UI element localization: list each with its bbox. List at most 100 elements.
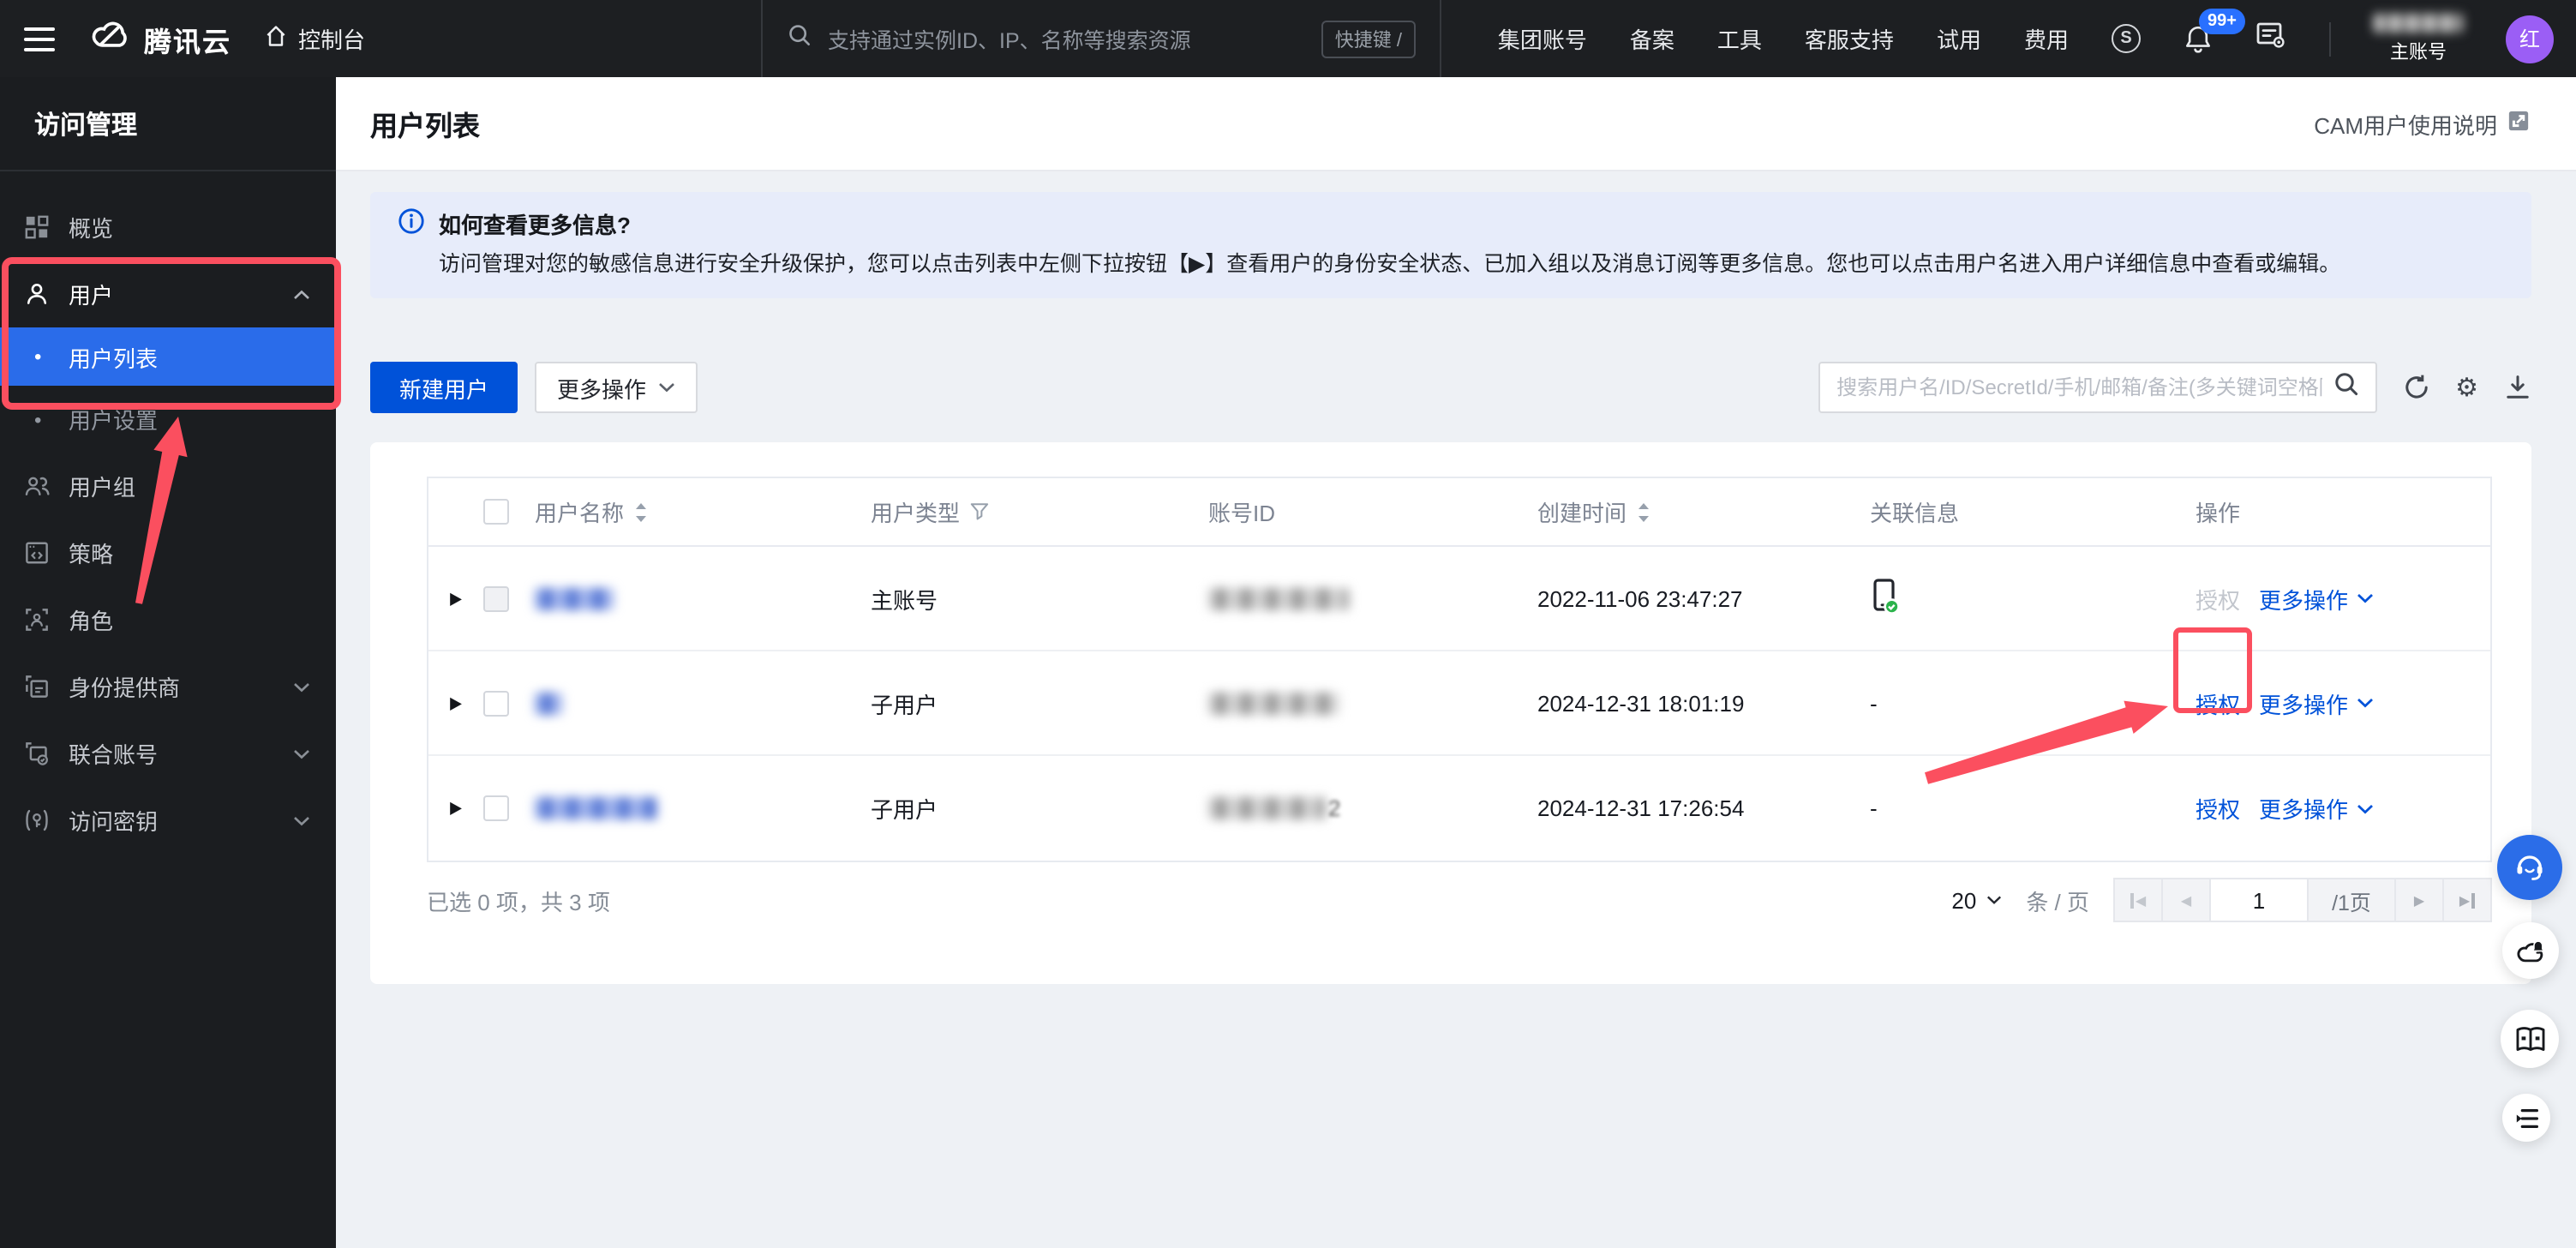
ticket-icon[interactable]: [2255, 20, 2286, 57]
sidebar-item-policy[interactable]: 策略: [0, 519, 336, 586]
info-banner-title-row: 如何查看更多信息?: [398, 207, 2504, 240]
more-actions-button[interactable]: 更多操作: [535, 362, 698, 413]
headset-icon: [2513, 850, 2547, 885]
sidebar-item-user-list[interactable]: • 用户列表: [0, 327, 336, 386]
nav-tools[interactable]: 工具: [1717, 22, 1762, 55]
gear-icon[interactable]: ⚙: [2455, 375, 2478, 400]
sort-icon[interactable]: [1637, 501, 1650, 522]
sidebar-item-overview[interactable]: 概览: [0, 194, 336, 261]
hamburger-menu-icon[interactable]: [24, 27, 55, 51]
nav-group-account[interactable]: 集团账号: [1498, 22, 1587, 55]
table-footer: 已选 0 项，共 3 项 20 条 / 页 ◀ ◀ 1 /1页 ▶: [427, 876, 2492, 924]
nav-support[interactable]: 客服支持: [1805, 22, 1894, 55]
pager-group: ◀ ◀ 1 /1页 ▶ ▶: [2113, 878, 2492, 922]
access-key-icon: [22, 807, 50, 834]
pagination: 20 条 / 页 ◀ ◀ 1 /1页 ▶ ▶: [1951, 878, 2492, 922]
info-icon: [398, 207, 425, 240]
user-search-box[interactable]: [1818, 362, 2376, 413]
avatar[interactable]: 红: [2506, 15, 2554, 63]
external-link-icon: [2507, 110, 2530, 137]
user-search-input[interactable]: [1836, 375, 2321, 399]
nav-billing[interactable]: 费用: [2024, 22, 2069, 55]
user-table: 用户名称 用户类型 账号ID: [427, 477, 2492, 862]
sidebar-item-label: 用户列表: [69, 340, 158, 373]
linked-info-cell: [1870, 577, 2196, 620]
sidebar-item-user-settings[interactable]: • 用户设置: [0, 386, 336, 453]
header-label: 账号ID: [1208, 495, 1275, 528]
download-icon[interactable]: [2504, 374, 2531, 401]
sidebar-item-federated[interactable]: 联合账号: [0, 720, 336, 787]
cloud-logo-icon: [87, 18, 132, 59]
page-header: 用户列表 CAM用户使用说明: [336, 77, 2576, 171]
authorize-link[interactable]: 授权: [2196, 687, 2240, 719]
promo-circle-icon[interactable]: S: [2112, 24, 2141, 53]
row-checkbox[interactable]: [483, 585, 509, 611]
role-icon: [22, 606, 50, 633]
chevron-down-icon: [2357, 803, 2374, 813]
chevron-down-icon: [2357, 698, 2374, 708]
more-actions-label: 更多操作: [557, 371, 646, 404]
nav-trial[interactable]: 试用: [1937, 22, 1981, 55]
filter-funnel-icon[interactable]: [970, 502, 989, 521]
sidebar-item-label: 概览: [69, 211, 113, 243]
sort-icon[interactable]: [634, 501, 648, 522]
next-page-button[interactable]: ▶: [2396, 879, 2442, 921]
search-icon[interactable]: [2332, 369, 2359, 405]
sidebar-item-user[interactable]: 用户: [0, 261, 336, 327]
row-more-actions[interactable]: 更多操作: [2259, 792, 2374, 825]
tencent-cloud-logo[interactable]: 腾讯云: [87, 18, 231, 59]
user-name-blurred[interactable]: [535, 692, 562, 714]
account-role-label: 主账号: [2390, 37, 2447, 64]
header-created-time[interactable]: 创建时间: [1537, 495, 1870, 528]
authorize-link[interactable]: 授权: [2196, 792, 2240, 825]
current-page-input[interactable]: 1: [2211, 879, 2307, 921]
cam-help-link[interactable]: CAM用户使用说明: [2314, 107, 2530, 140]
new-user-button[interactable]: 新建用户: [370, 362, 518, 413]
header-label: 用户名称: [535, 495, 624, 528]
user-name-blurred[interactable]: [535, 587, 614, 609]
user-name-blurred[interactable]: [535, 797, 658, 819]
linked-info-cell: -: [1870, 795, 2196, 821]
table-row: ▶ 主账号 2022-11-06 23:47:27 授权: [428, 547, 2490, 651]
toolbar: 新建用户 更多操作 ⚙: [370, 362, 2531, 413]
global-search[interactable]: 支持通过实例ID、IP、名称等搜索资源 快捷键 /: [761, 0, 1441, 77]
user-type-cell: 子用户: [871, 792, 1208, 825]
collapse-list-icon: [2513, 1107, 2539, 1129]
quick-entry-fab[interactable]: [2502, 1094, 2550, 1142]
prev-page-button[interactable]: ◀: [2163, 879, 2209, 921]
main-area: 用户列表 CAM用户使用说明 如何查看更多信息? 访问管理对您的敏感信息进行安全…: [336, 77, 2576, 1248]
linked-info-cell: -: [1870, 690, 2196, 716]
row-checkbox[interactable]: [483, 795, 509, 821]
cloud-alert-fab[interactable]: [2502, 922, 2559, 979]
account-info[interactable]: 主账号: [2374, 13, 2463, 64]
sidebar-item-user-group[interactable]: 用户组: [0, 453, 336, 519]
header-user-name[interactable]: 用户名称: [535, 495, 871, 528]
chevron-down-icon: [293, 748, 310, 759]
notification-bell[interactable]: 99+: [2184, 23, 2213, 54]
support-chat-fab[interactable]: [2497, 835, 2562, 900]
nav-beian[interactable]: 备案: [1630, 22, 1674, 55]
console-label: 控制台: [298, 22, 365, 55]
sidebar-item-idp[interactable]: 身份提供商: [0, 653, 336, 720]
sidebar-item-role[interactable]: 角色: [0, 586, 336, 653]
global-search-placeholder: 支持通过实例ID、IP、名称等搜索资源: [828, 22, 1306, 55]
row-expand-icon[interactable]: ▶: [450, 588, 462, 609]
row-more-actions[interactable]: 更多操作: [2259, 582, 2374, 615]
brand-text: 腾讯云: [144, 18, 231, 59]
docs-fab[interactable]: [2501, 1010, 2559, 1068]
refresh-icon[interactable]: [2402, 374, 2429, 401]
header-user-type[interactable]: 用户类型: [871, 495, 1208, 528]
page-size-select[interactable]: 20: [1951, 887, 2002, 913]
first-page-button[interactable]: ◀: [2115, 879, 2161, 921]
sidebar-item-access-key[interactable]: 访问密钥: [0, 787, 336, 854]
app-root: 腾讯云 控制台 支持通过实例ID、IP、名称等搜索资源 快捷键 / 集团账号 备…: [0, 0, 2576, 1248]
console-nav[interactable]: 控制台: [264, 22, 365, 55]
page-title: 用户列表: [370, 103, 480, 144]
last-page-button[interactable]: ▶: [2444, 879, 2490, 921]
select-all-checkbox[interactable]: [483, 499, 509, 525]
row-more-actions[interactable]: 更多操作: [2259, 687, 2374, 719]
row-expand-icon[interactable]: ▶: [450, 798, 462, 819]
row-checkbox[interactable]: [483, 690, 509, 716]
sidebar: 访问管理 概览 用户 • 用户列表: [0, 77, 336, 1248]
row-expand-icon[interactable]: ▶: [450, 693, 462, 713]
